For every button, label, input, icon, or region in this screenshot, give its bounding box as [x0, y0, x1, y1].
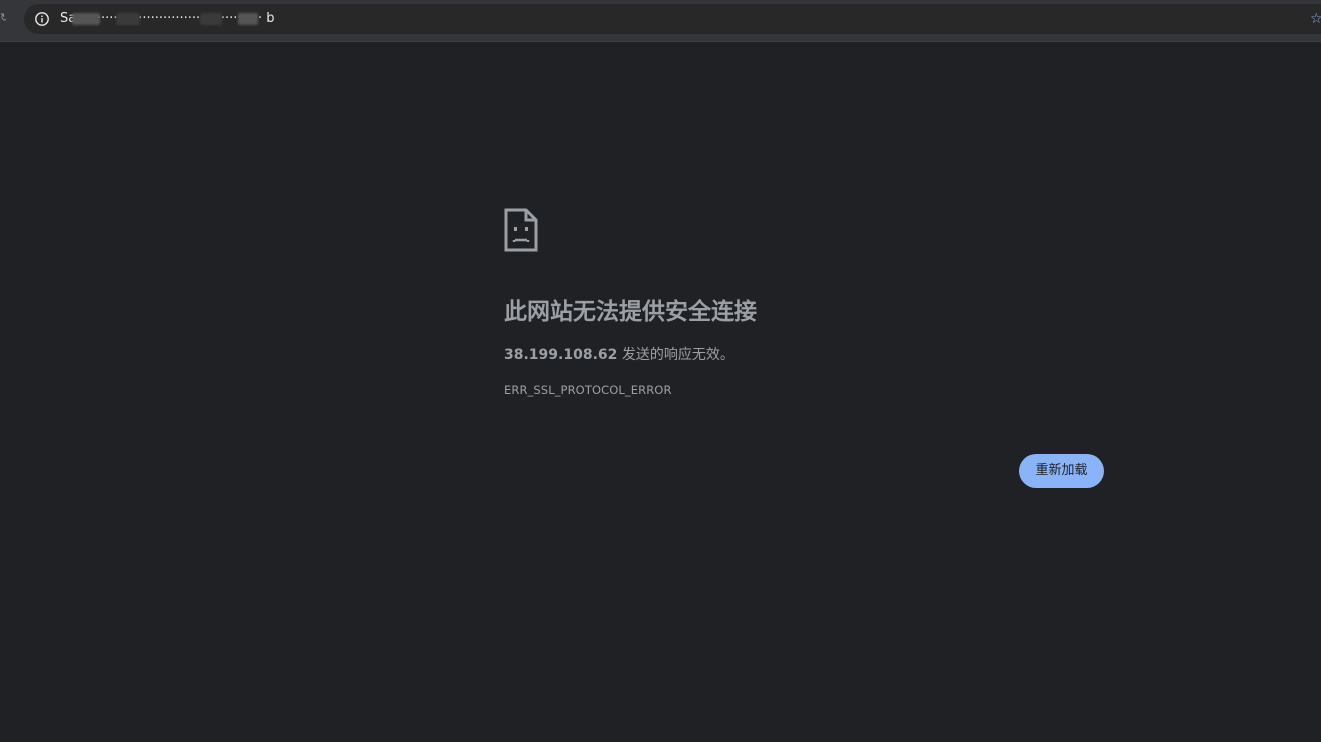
address-bar[interactable]: Sa······································…: [24, 4, 1321, 34]
url-redaction: [116, 13, 140, 25]
reload-icon[interactable]: ↻: [0, 11, 6, 25]
error-code: ERR_SSL_PROTOCOL_ERROR: [504, 383, 672, 397]
error-heading: 此网站无法提供安全连接: [504, 299, 757, 325]
error-message: 发送的响应无效。: [617, 347, 734, 363]
url-redaction: [200, 13, 222, 25]
url-redaction: [72, 13, 100, 25]
error-host: 38.199.108.62: [504, 347, 618, 363]
browser-toolbar: ↻ Sa····································…: [0, 0, 1321, 42]
reload-button[interactable]: 重新加载: [1019, 454, 1104, 488]
star-icon[interactable]: ☆: [1310, 12, 1321, 26]
url-redaction: [238, 13, 258, 25]
error-description: 38.199.108.62 发送的响应无效。: [504, 344, 734, 366]
info-icon[interactable]: [34, 11, 50, 27]
sad-page-icon: [504, 208, 538, 252]
